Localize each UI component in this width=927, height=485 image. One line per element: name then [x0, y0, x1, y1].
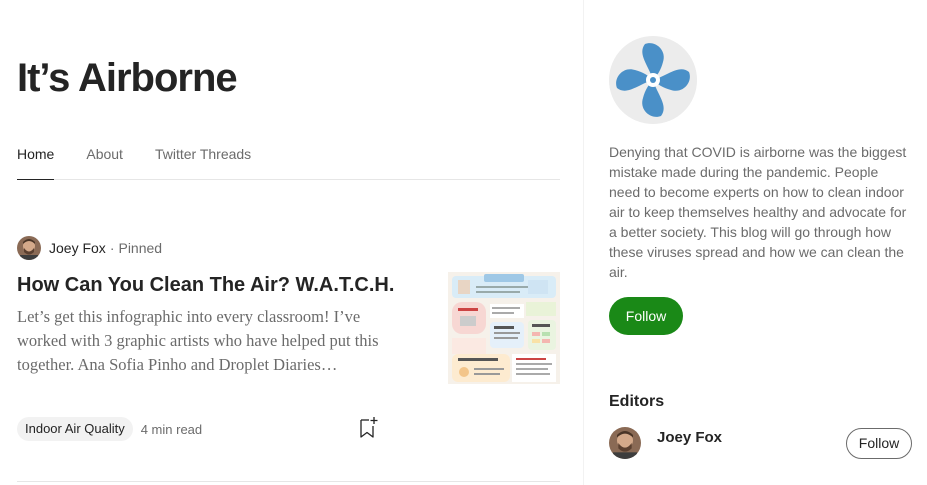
- editor-name[interactable]: Joey Fox: [657, 429, 722, 446]
- topic-tag[interactable]: Indoor Air Quality: [17, 417, 133, 441]
- bookmark-add-icon[interactable]: [358, 416, 380, 440]
- follow-publication-button[interactable]: Follow: [609, 297, 683, 335]
- meta-separator: ·: [109, 240, 115, 256]
- publication-title[interactable]: It’s Airborne: [17, 54, 238, 102]
- post-author-row: Joey Fox · Pinned: [17, 236, 560, 260]
- tab-home[interactable]: Home: [17, 146, 55, 180]
- editor-avatar[interactable]: [609, 427, 641, 459]
- tab-about[interactable]: About: [86, 146, 123, 180]
- post-divider: [17, 481, 560, 482]
- post-title[interactable]: How Can You Clean The Air? W.A.T.C.H.: [17, 273, 427, 297]
- tab-twitter-threads[interactable]: Twitter Threads: [155, 146, 251, 180]
- editors-heading: Editors: [609, 393, 665, 410]
- publication-tabs: Home About Twitter Threads: [17, 146, 560, 180]
- post-author-name[interactable]: Joey Fox: [49, 240, 106, 256]
- main-column: It’s Airborne Home About Twitter Threads…: [0, 0, 584, 485]
- publication-description: Denying that COVID is airborne was the b…: [609, 144, 907, 280]
- post-card: Joey Fox · Pinned How Can You Clean The …: [17, 236, 560, 441]
- follow-editor-button[interactable]: Follow: [846, 428, 912, 459]
- infographic-thumbnail[interactable]: [448, 272, 560, 384]
- publication-sidebar: Denying that COVID is airborne was the b…: [585, 0, 927, 485]
- post-meta-row: Indoor Air Quality 4 min read: [17, 417, 202, 441]
- fan-icon[interactable]: [609, 36, 697, 124]
- author-avatar[interactable]: [17, 236, 41, 260]
- read-time: 4 min read: [140, 421, 203, 437]
- post-excerpt[interactable]: Let’s get this infographic into every cl…: [17, 305, 397, 377]
- pinned-label: Pinned: [118, 240, 163, 256]
